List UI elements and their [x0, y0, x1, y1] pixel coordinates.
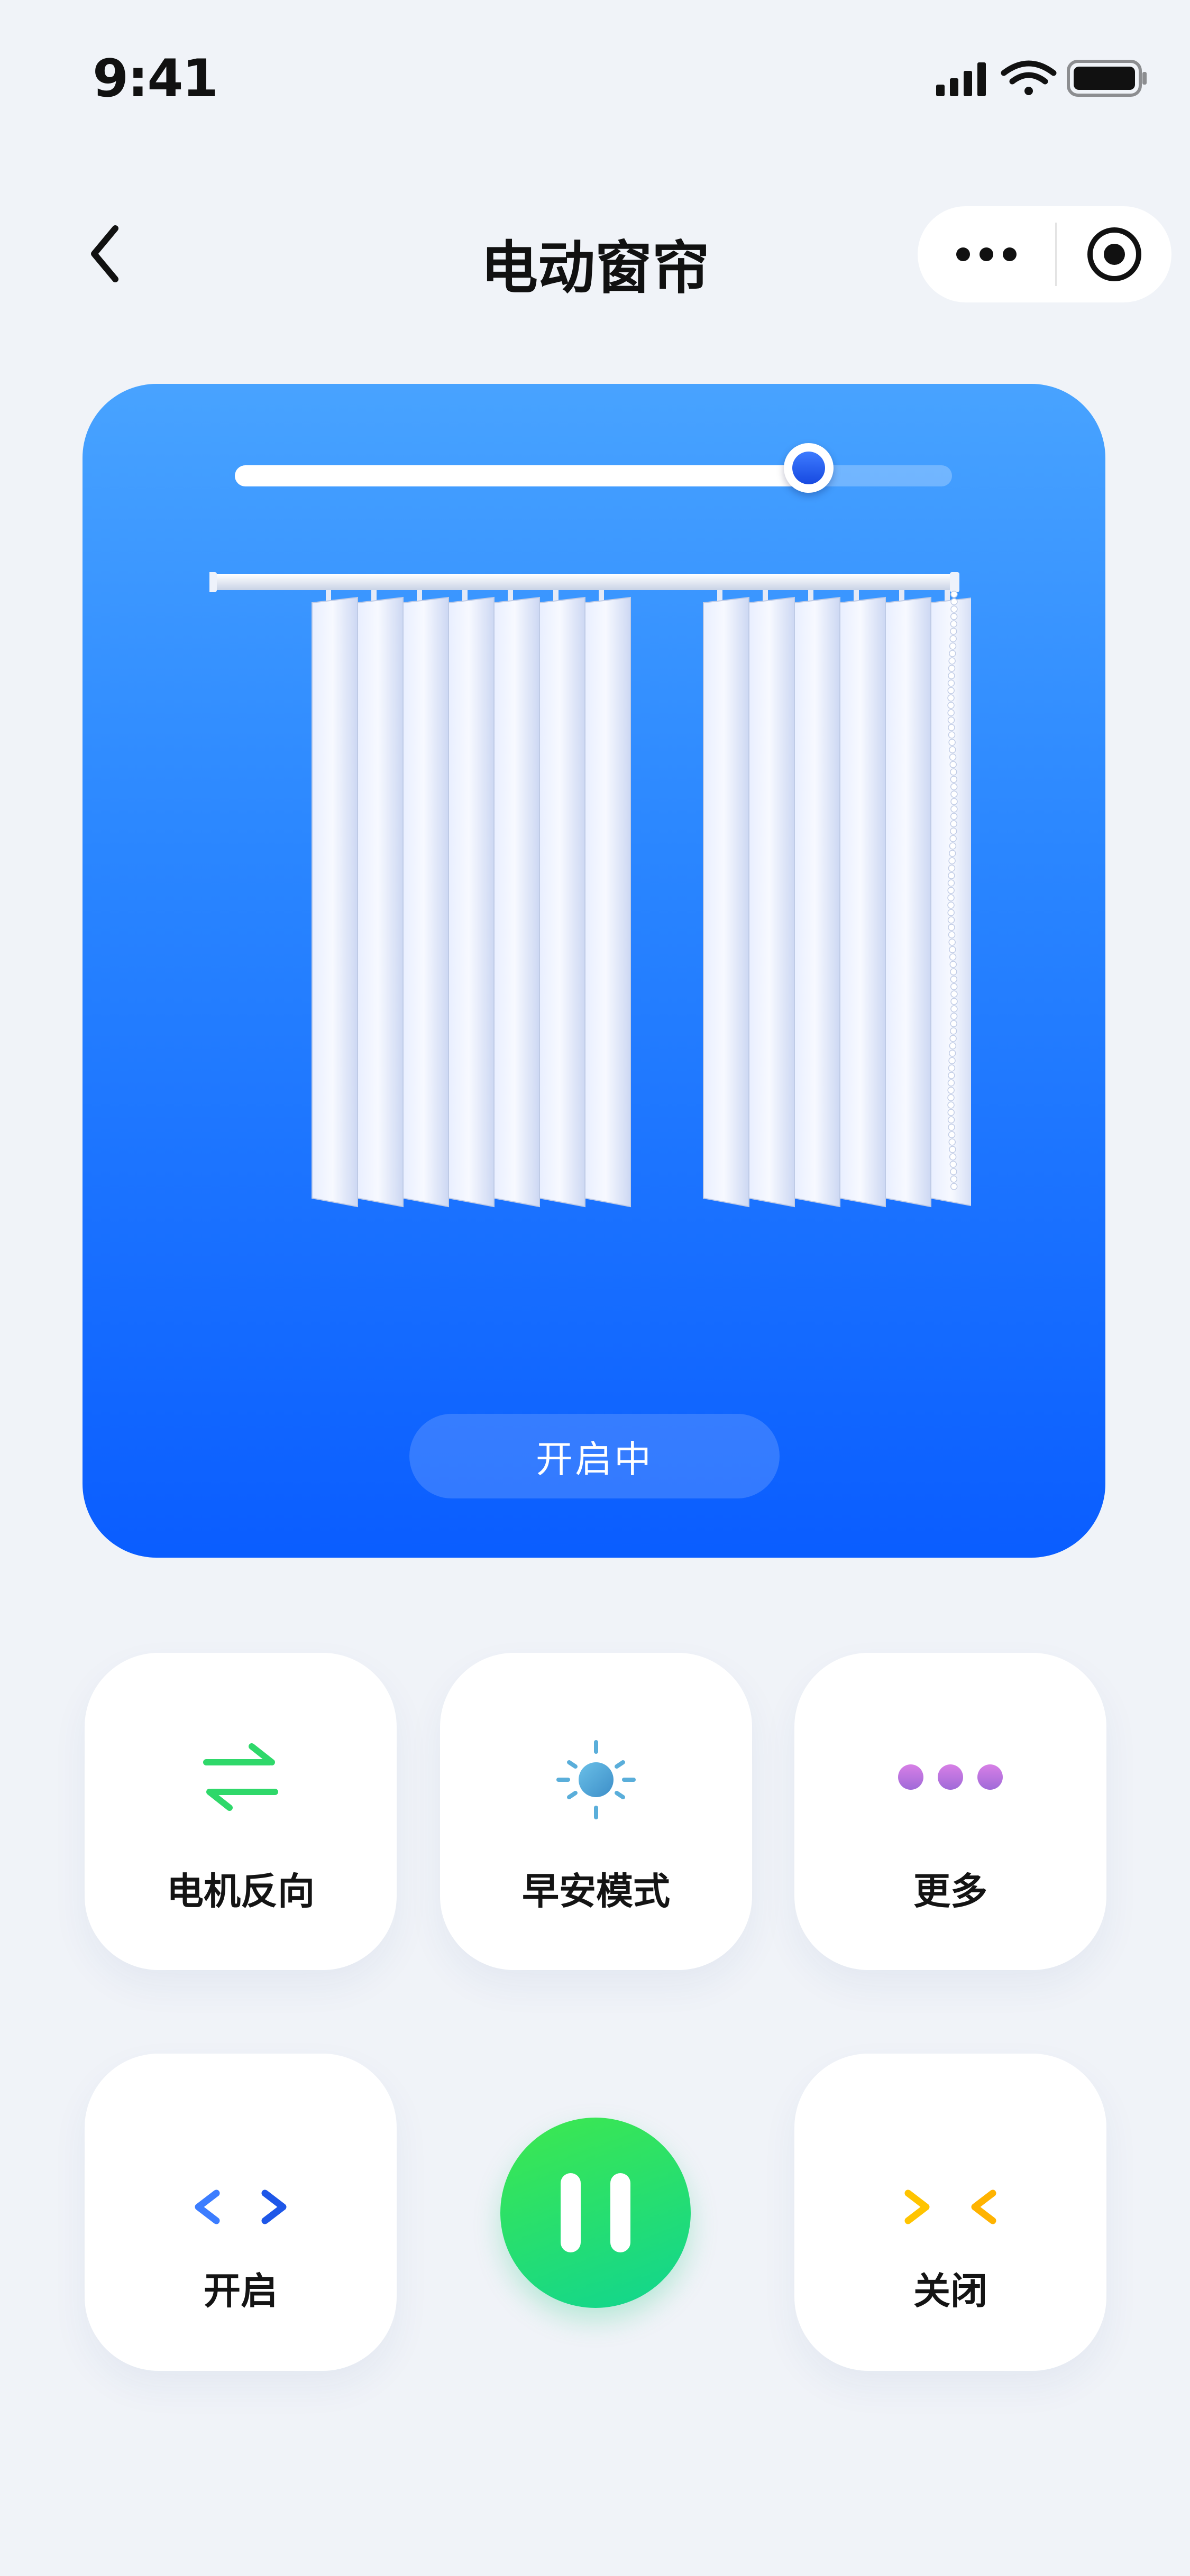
open-chevrons-icon — [195, 2189, 287, 2224]
close-label: 关闭 — [913, 2269, 987, 2313]
mini-program-capsule — [918, 206, 1171, 302]
curtain-illustration — [209, 572, 971, 1208]
slider-fill — [235, 465, 809, 486]
sun-icon — [556, 1740, 636, 1819]
pause-icon-bar-right — [610, 2173, 630, 2252]
open-label: 开启 — [204, 2269, 278, 2313]
status-time: 9:41 — [93, 49, 218, 109]
motor-reverse-button[interactable]: 电机反向 — [85, 1653, 397, 1970]
three-dots-icon — [898, 1764, 1003, 1790]
swap-arrows-icon — [203, 1743, 278, 1811]
morning-mode-label: 早安模式 — [522, 1870, 670, 1913]
close-miniprogram-button[interactable] — [1057, 206, 1171, 302]
status-icons — [936, 57, 1148, 99]
position-slider[interactable] — [235, 443, 952, 493]
open-button[interactable]: 开启 — [85, 2054, 397, 2371]
close-button[interactable]: 关闭 — [794, 2054, 1106, 2371]
wifi-icon — [1001, 60, 1057, 95]
morning-mode-button[interactable]: 早安模式 — [440, 1653, 752, 1970]
target-icon — [1087, 227, 1141, 281]
more-options-label: 更多 — [913, 1870, 987, 1913]
slider-knob[interactable] — [783, 443, 834, 493]
more-options-button[interactable]: 更多 — [794, 1653, 1106, 1970]
pause-icon-bar-left — [561, 2173, 581, 2252]
curtain-card: 开启中 — [83, 384, 1105, 1558]
signal-icon — [936, 62, 986, 96]
more-button[interactable] — [918, 206, 1055, 302]
battery-icon — [1067, 60, 1147, 97]
pause-button[interactable] — [500, 2118, 691, 2308]
close-chevrons-icon — [904, 2189, 996, 2224]
more-dots-icon — [956, 247, 1017, 261]
status-pill: 开启中 — [409, 1414, 780, 1498]
motor-reverse-label: 电机反向 — [167, 1870, 315, 1913]
